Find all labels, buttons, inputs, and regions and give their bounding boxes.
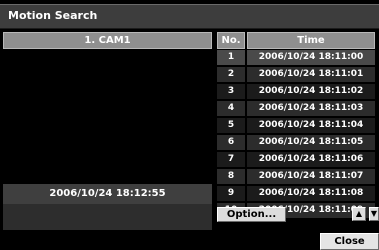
row-number: 2 [217,67,245,82]
row-number: 5 [217,118,245,133]
row-number: 7 [217,152,245,167]
row-time: 2006/10/24 18:11:03 [247,101,375,116]
motion-search-window: Motion Search 1. CAM1 2006/10/24 18:12:5… [0,0,379,250]
table-row[interactable]: 7 2006/10/24 18:11:06 [217,152,375,168]
table-row[interactable]: 6 2006/10/24 18:11:05 [217,135,375,151]
title-bar: Motion Search [0,4,379,29]
row-time: 2006/10/24 18:11:05 [247,135,375,150]
row-time: 2006/10/24 18:11:02 [247,84,375,99]
table-row[interactable]: 1 2006/10/24 18:11:00 [217,50,375,66]
table-row[interactable]: 9 2006/10/24 18:11:08 [217,186,375,202]
row-time: 2006/10/24 18:11:08 [247,186,375,201]
row-number: 4 [217,101,245,116]
table-row[interactable]: 5 2006/10/24 18:11:04 [217,118,375,134]
column-header-time: Time [247,32,375,49]
camera-label: 1. CAM1 [3,32,212,49]
close-button[interactable]: Close [320,233,379,250]
window-title: Motion Search [8,9,98,22]
camera-panel-base [3,204,212,230]
table-row[interactable]: 8 2006/10/24 18:11:07 [217,169,375,185]
row-time: 2006/10/24 18:11:04 [247,118,375,133]
row-number: 1 [217,50,245,65]
row-number: 6 [217,135,245,150]
row-time: 2006/10/24 18:11:01 [247,67,375,82]
column-header-no: No. [217,32,245,49]
option-button[interactable]: Option... [217,207,286,222]
table-row[interactable]: 2 2006/10/24 18:11:01 [217,67,375,83]
camera-video[interactable] [3,49,212,184]
row-number: 9 [217,186,245,201]
table-row[interactable]: 3 2006/10/24 18:11:02 [217,84,375,100]
camera-timestamp: 2006/10/24 18:12:55 [3,184,212,204]
row-time: 2006/10/24 18:11:07 [247,169,375,184]
scroll-up-icon[interactable]: ▲ [352,207,366,221]
row-number: 8 [217,169,245,184]
row-time: 2006/10/24 18:11:06 [247,152,375,167]
scroll-down-icon[interactable]: ▼ [369,207,379,221]
row-time: 2006/10/24 18:11:00 [247,50,375,65]
table-row[interactable]: 4 2006/10/24 18:11:03 [217,101,375,117]
row-number: 3 [217,84,245,99]
